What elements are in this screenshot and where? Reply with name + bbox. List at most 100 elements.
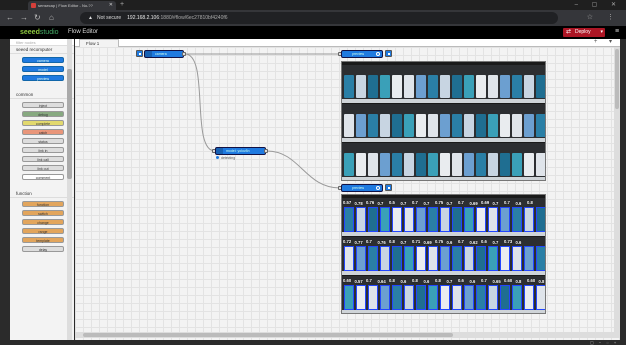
product-box xyxy=(356,75,366,98)
palette-node[interactable]: delay xyxy=(22,246,64,252)
url-input[interactable]: ▲ Not secure 192.168.2.106:1880/#flow/6ec2… xyxy=(80,12,558,24)
wire-camera-model[interactable] xyxy=(184,53,216,152)
browser-tab[interactable]: sensecap | Flow Editor - No-?? ✕ xyxy=(28,1,116,10)
detection-box xyxy=(392,285,402,310)
window-controls[interactable]: – ▢ ✕ xyxy=(575,0,622,10)
product-box xyxy=(476,153,486,176)
detection-score-label: 0.8 xyxy=(435,278,441,283)
detection-score-label: 0.7 xyxy=(504,200,510,205)
detection-box xyxy=(380,285,390,310)
palette-node[interactable]: link call xyxy=(22,156,64,162)
back-icon[interactable]: ← xyxy=(6,13,14,23)
palette-node[interactable]: inject xyxy=(22,102,64,108)
product-box xyxy=(380,153,390,176)
detection-box xyxy=(344,246,354,271)
detection-score-label: 0.8 xyxy=(527,200,533,205)
palette-category[interactable]: common xyxy=(10,91,74,99)
camera-node-label: camera xyxy=(155,52,167,56)
palette-search-input[interactable]: filter nodes xyxy=(10,39,74,46)
not-secure-icon: ▲ xyxy=(88,15,93,21)
preview-icon xyxy=(376,52,380,56)
palette-category[interactable]: function xyxy=(10,190,74,198)
palette-node[interactable]: catch xyxy=(22,129,64,135)
browser-actions[interactable]: ☆ ⋮ xyxy=(587,13,620,21)
detection-score-label: 0.7 xyxy=(366,239,372,244)
app-title: Flow Editor xyxy=(68,29,99,35)
palette-scrollbar[interactable] xyxy=(67,39,72,340)
horizontal-scroll-thumb[interactable] xyxy=(83,333,453,337)
hamburger-menu-icon[interactable]: ≡ xyxy=(615,28,623,36)
workspace-vertical-scrollbar[interactable] xyxy=(614,47,620,332)
detection-box xyxy=(476,207,486,232)
detection-score-label: 0.64 xyxy=(377,279,386,284)
deploy-icon: ⇄ xyxy=(566,29,572,35)
detection-box xyxy=(464,246,474,271)
preview-bottom-node[interactable]: preview xyxy=(341,184,383,192)
deploy-button[interactable]: ⇄ Deploy ▾ xyxy=(563,28,605,37)
product-box xyxy=(512,153,522,176)
palette-node[interactable]: camera xyxy=(22,57,64,63)
detection-score-label: 0.60 xyxy=(504,278,513,283)
palette-scroll-thumb[interactable] xyxy=(67,69,72,179)
palette-category[interactable]: seeed recomputer xyxy=(10,46,74,54)
detection-box xyxy=(380,246,390,271)
chevron-down-icon[interactable]: ▾ xyxy=(600,28,603,37)
palette-node[interactable]: debug xyxy=(22,111,64,117)
flow-workspace[interactable]: Flow 1 + ▾ camera model: yolov8n detecti… xyxy=(75,39,620,340)
palette-node[interactable]: change xyxy=(22,219,64,225)
forward-icon[interactable]: → xyxy=(20,13,28,23)
product-box xyxy=(500,114,510,137)
product-box xyxy=(464,75,474,98)
palette-node[interactable]: link in xyxy=(22,147,64,153)
model-output-port[interactable] xyxy=(264,149,268,153)
detection-score-label: 0.77 xyxy=(354,240,363,245)
palette-node[interactable]: range xyxy=(22,228,64,234)
browser-tab-strip: sensecap | Flow Editor - No-?? ✕ + – ▢ ✕ xyxy=(0,0,626,10)
detection-score-label: 0.7 xyxy=(446,201,453,206)
detection-box xyxy=(404,246,414,271)
detection-score-label: 0.78 xyxy=(354,201,363,206)
palette-node[interactable]: function xyxy=(22,201,64,207)
shelf-edge xyxy=(342,232,545,236)
home-icon[interactable]: ⌂ xyxy=(49,13,54,23)
zoom-controls[interactable]: ▢ − ◌ + xyxy=(590,340,618,345)
model-node[interactable]: model: yolov8n xyxy=(215,147,266,155)
detection-box xyxy=(500,246,510,271)
camera-toggle-button[interactable] xyxy=(136,50,143,57)
detection-score-label: 0.71 xyxy=(412,239,421,244)
close-tab-icon[interactable]: ✕ xyxy=(109,1,113,10)
detection-box xyxy=(380,207,390,232)
preview-top-toggle-button[interactable] xyxy=(385,50,392,57)
product-box xyxy=(392,114,402,137)
product-box xyxy=(344,114,354,137)
palette-node[interactable]: link out xyxy=(22,165,64,171)
vertical-scroll-thumb[interactable] xyxy=(615,49,619,109)
detection-score-label: 0.60 xyxy=(527,278,536,283)
product-box xyxy=(524,153,534,176)
preview-bottom-toggle-button[interactable] xyxy=(385,184,392,191)
product-box xyxy=(536,153,545,176)
reload-icon[interactable]: ↻ xyxy=(34,13,41,23)
palette-node[interactable]: switch xyxy=(22,210,64,216)
palette-node[interactable]: complete xyxy=(22,120,64,126)
wire-model-preview[interactable] xyxy=(266,150,341,189)
new-tab-icon[interactable]: + xyxy=(120,0,124,10)
palette-node[interactable]: comment xyxy=(22,174,64,180)
detection-box xyxy=(452,285,462,310)
palette-node[interactable]: status xyxy=(22,138,64,144)
palette-node[interactable]: preview xyxy=(22,75,64,81)
preview-top-node[interactable]: preview xyxy=(341,50,383,58)
browser-tab-title: sensecap | Flow Editor - No-?? xyxy=(38,3,93,8)
detection-box xyxy=(440,207,450,232)
workspace-horizontal-scrollbar[interactable] xyxy=(75,332,620,338)
palette-node[interactable]: template xyxy=(22,237,64,243)
model-status-text: detecting xyxy=(221,156,236,160)
palette-node[interactable]: model xyxy=(22,66,64,72)
camera-node[interactable]: camera xyxy=(144,50,184,58)
detection-score-label: 0.6 xyxy=(515,201,522,206)
not-secure-label: Not secure xyxy=(96,15,122,21)
detection-box xyxy=(440,285,450,310)
camera-output-port[interactable] xyxy=(182,52,186,56)
detection-box xyxy=(368,207,378,232)
product-box xyxy=(464,114,474,137)
